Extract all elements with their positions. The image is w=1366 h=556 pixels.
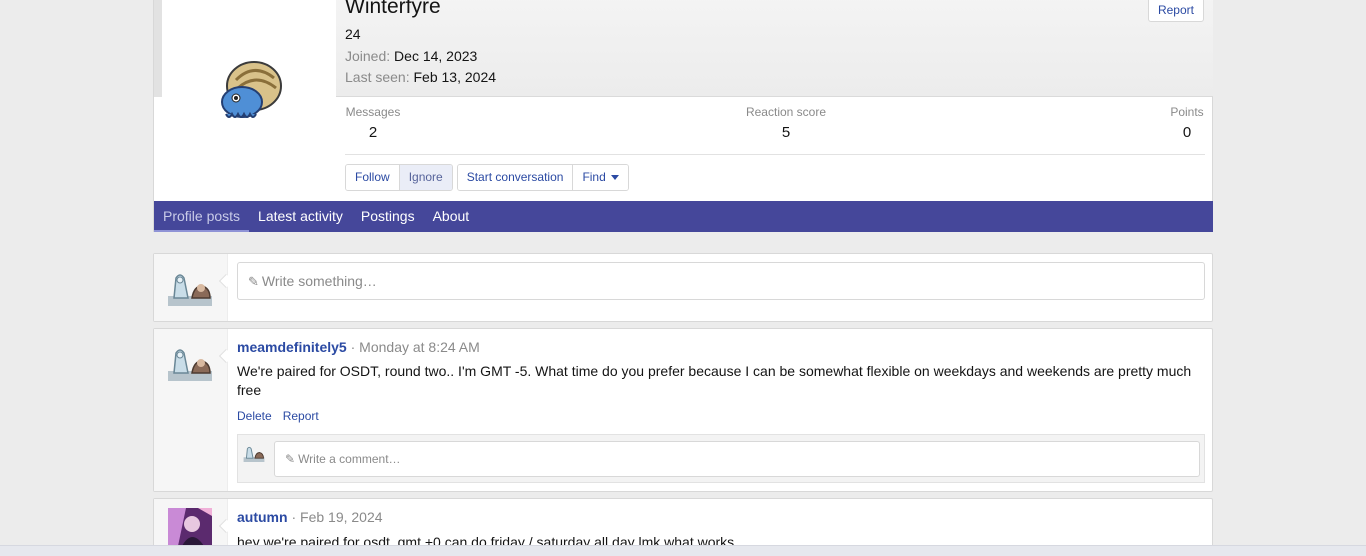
write-comment-input[interactable]: ✎ Write a comment… — [274, 441, 1200, 477]
profile-stats: Messages 2 Reaction score 5 Points 0 — [345, 105, 1205, 155]
avatar-strip — [154, 0, 162, 97]
profile-last-seen: Last seen: Feb 13, 2024 — [345, 69, 496, 85]
current-user-avatar[interactable] — [168, 268, 212, 306]
stat-value: 5 — [781, 124, 791, 141]
joined-label: Joined: — [345, 48, 391, 64]
profile-report-button[interactable]: Report — [1147, 0, 1204, 22]
find-button[interactable]: Find — [573, 165, 629, 190]
tab-postings[interactable]: Postings — [352, 201, 424, 232]
follow-button[interactable]: Follow — [346, 165, 400, 190]
report-link[interactable]: Report — [283, 409, 319, 423]
profile-post: meamdefinitely5 · Monday at 8:24 AM We'r… — [153, 328, 1213, 492]
stat-label: Messages — [345, 105, 401, 119]
stat-reaction-score[interactable]: Reaction score 5 — [743, 105, 829, 141]
post-header: autumn · Feb 19, 2024 — [237, 509, 383, 525]
ignore-button[interactable]: Ignore — [399, 165, 452, 190]
start-conversation-button[interactable]: Start conversation — [457, 165, 574, 190]
chevron-down-icon — [611, 175, 620, 181]
profile-joined: Joined: Dec 14, 2023 — [345, 48, 477, 64]
profile-username: Winterfyre — [345, 0, 441, 18]
post-author-avatar[interactable] — [168, 508, 212, 546]
last-seen-label: Last seen: — [345, 69, 410, 85]
post-actions: Delete Report — [237, 409, 319, 423]
composer-avatar-cell — [154, 254, 228, 321]
write-comment-placeholder: Write a comment… — [298, 452, 401, 466]
pencil-icon: ✎ — [248, 274, 259, 289]
post-date-link[interactable]: Monday at 8:24 AM — [359, 339, 480, 355]
commenter-avatar — [243, 446, 265, 462]
delete-link[interactable]: Delete — [237, 409, 272, 423]
write-something-input[interactable]: ✎ Write something… — [237, 262, 1205, 300]
write-something-placeholder: Write something… — [261, 273, 377, 289]
bottom-bar — [0, 545, 1366, 556]
stat-value: 2 — [368, 124, 378, 141]
profile-header: Winterfyre 24 Joined: Dec 14, 2023 Last … — [153, 0, 1213, 232]
profile-actions: Follow Ignore Start conversation Find — [345, 164, 630, 191]
post-separator: · — [350, 339, 356, 355]
post-separator: · — [291, 509, 297, 525]
find-label: Find — [582, 170, 606, 184]
joined-value: Dec 14, 2023 — [394, 48, 478, 64]
post-body: We're paired for OSDT, round two.. I'm G… — [237, 363, 1192, 398]
profile-user-title: 24 — [345, 26, 361, 42]
stat-points[interactable]: Points 0 — [1169, 105, 1205, 141]
comment-area: ✎ Write a comment… — [237, 434, 1205, 483]
stat-messages[interactable]: Messages 2 — [345, 105, 401, 141]
follow-ignore-group: Follow Ignore — [345, 164, 453, 191]
stat-label: Points — [1170, 105, 1204, 119]
profile-tabs: Profile posts Latest activity Postings A… — [154, 201, 1213, 232]
post-author-avatar[interactable] — [168, 343, 212, 381]
profile-avatar[interactable] — [216, 56, 286, 126]
post-date-link[interactable]: Feb 19, 2024 — [300, 509, 383, 525]
tab-profile-posts[interactable]: Profile posts — [154, 201, 250, 232]
stat-label: Reaction score — [745, 105, 827, 119]
tab-about[interactable]: About — [424, 201, 479, 232]
post-avatar-cell — [154, 329, 228, 491]
last-seen-value: Feb 13, 2024 — [413, 69, 497, 85]
post-author-link[interactable]: autumn — [237, 509, 288, 525]
conversation-find-group: Start conversation Find — [456, 164, 630, 191]
stat-value: 0 — [1182, 124, 1192, 141]
post-author-link[interactable]: meamdefinitely5 — [237, 339, 347, 355]
profile-header-info: Winterfyre 24 Joined: Dec 14, 2023 Last … — [336, 0, 1213, 97]
post-header: meamdefinitely5 · Monday at 8:24 AM — [237, 339, 480, 355]
profile-post-composer: ✎ Write something… — [153, 253, 1213, 322]
tab-latest-activity[interactable]: Latest activity — [249, 201, 352, 232]
pencil-icon: ✎ — [285, 452, 296, 466]
profile-avatar-column — [154, 0, 336, 198]
